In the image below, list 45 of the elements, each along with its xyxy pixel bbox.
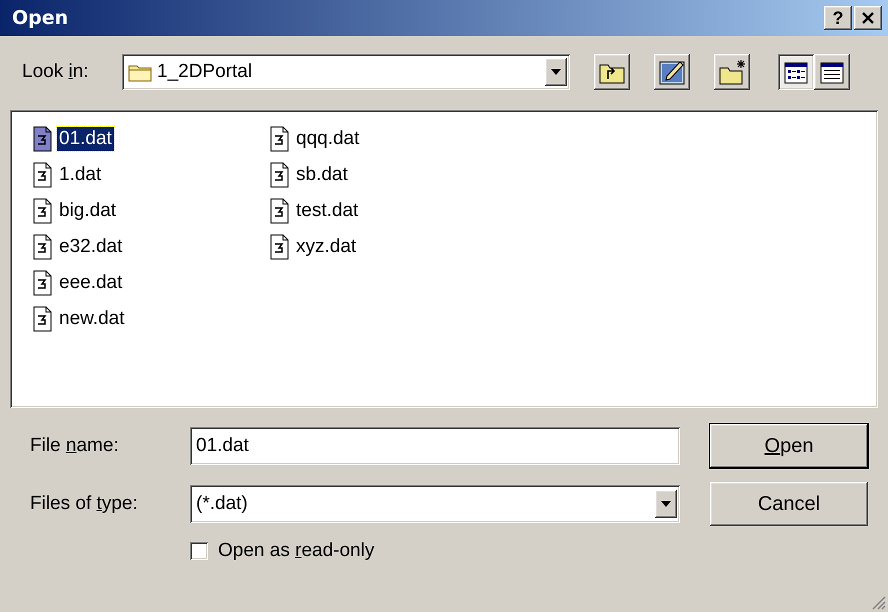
file-item[interactable]: e32.dat bbox=[57, 235, 124, 259]
file-item[interactable]: new.dat bbox=[57, 307, 126, 331]
file-icon bbox=[32, 162, 53, 188]
file-item[interactable]: 1.dat bbox=[57, 163, 104, 187]
file-icon bbox=[269, 234, 290, 260]
help-button[interactable]: ? bbox=[824, 6, 852, 30]
close-icon bbox=[860, 10, 876, 26]
toolbar-button[interactable] bbox=[594, 54, 630, 90]
file-type-dropdown[interactable]: (*.dat) bbox=[190, 485, 680, 523]
file-item[interactable]: big.dat bbox=[57, 199, 118, 223]
file-item[interactable]: eee.dat bbox=[57, 271, 124, 295]
dialog-button[interactable]: Cancel bbox=[710, 482, 868, 526]
resize-grip-icon bbox=[870, 594, 886, 610]
file-name-field[interactable]: 01.dat bbox=[190, 427, 680, 465]
look-in-label: Look in: bbox=[22, 61, 90, 83]
file-type-value: (*.dat) bbox=[196, 493, 249, 515]
file-icon bbox=[269, 162, 290, 188]
file-icon bbox=[269, 126, 290, 152]
file-icon bbox=[269, 198, 290, 224]
view-button[interactable] bbox=[814, 54, 850, 90]
dropdown-arrow-icon bbox=[660, 500, 672, 508]
new-folder-icon bbox=[717, 58, 747, 86]
look-in-value: 1_2DPortal bbox=[156, 61, 254, 83]
close-button[interactable] bbox=[854, 6, 882, 30]
file-item[interactable]: 01.dat bbox=[57, 127, 114, 151]
file-item[interactable]: xyz.dat bbox=[294, 235, 358, 259]
view-button[interactable] bbox=[778, 54, 814, 90]
toolbar-button[interactable] bbox=[714, 54, 750, 90]
file-type-label: Files of type: bbox=[30, 493, 139, 515]
file-item[interactable]: qqq.dat bbox=[294, 127, 362, 151]
file-icon bbox=[32, 270, 53, 296]
window-title: Open bbox=[12, 7, 70, 29]
read-only-label: Open as read-only bbox=[218, 540, 374, 562]
file-icon bbox=[32, 126, 53, 152]
file-name-label: File name: bbox=[30, 435, 120, 457]
file-icon bbox=[32, 234, 53, 260]
file-item[interactable]: sb.dat bbox=[294, 163, 350, 187]
look-in-dropdown[interactable]: 1_2DPortal bbox=[122, 54, 570, 90]
dialog-button[interactable]: Open bbox=[710, 424, 868, 468]
toolbar-button[interactable] bbox=[654, 54, 690, 90]
file-icon bbox=[32, 198, 53, 224]
file-icon bbox=[32, 306, 53, 332]
read-only-checkbox[interactable] bbox=[190, 542, 208, 560]
dropdown-arrow-icon bbox=[550, 68, 562, 76]
file-item[interactable]: test.dat bbox=[294, 199, 360, 223]
